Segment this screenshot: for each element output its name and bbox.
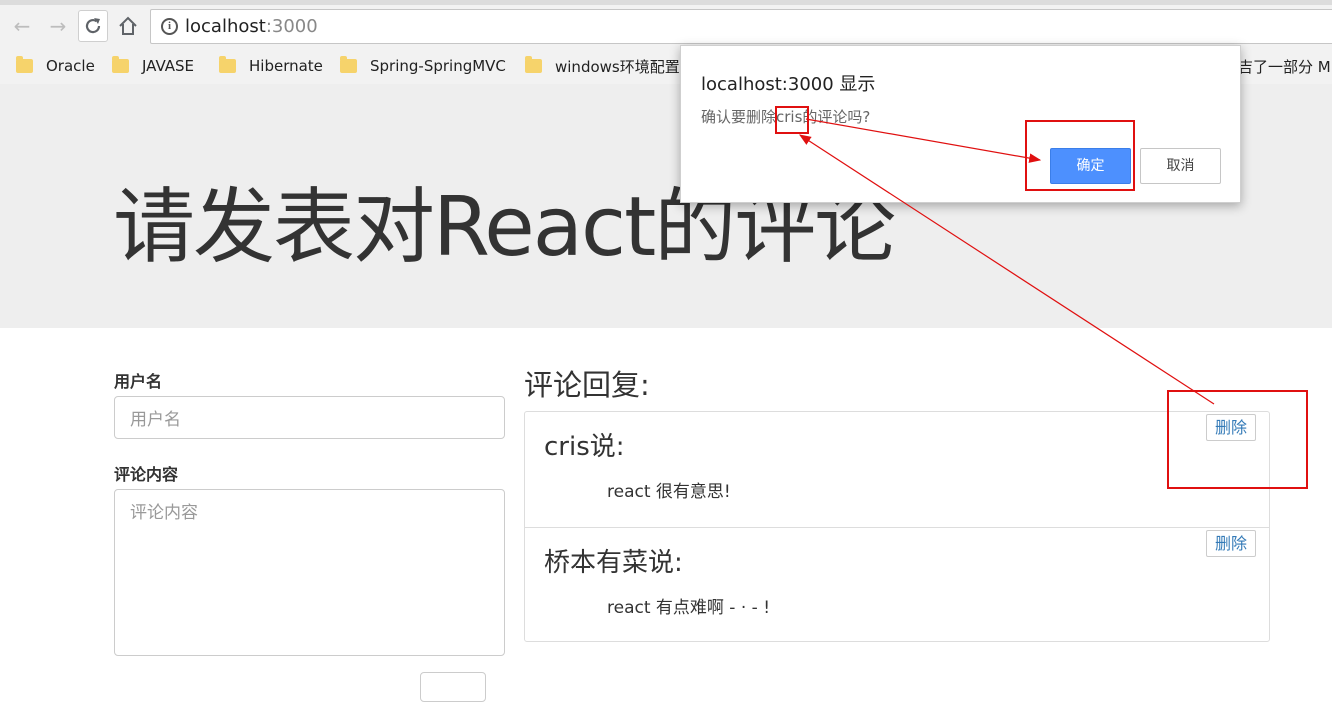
bookmark-hibernate[interactable]: Hibernate: [219, 52, 323, 80]
bookmark-javase[interactable]: JAVASE: [112, 52, 194, 80]
username-input[interactable]: 用户名: [114, 396, 505, 439]
annotation-box-delete: [1167, 390, 1308, 489]
folder-icon: [112, 56, 129, 73]
comment-author: cris说:: [544, 432, 625, 462]
address-bar[interactable]: i localhost:3000: [150, 9, 1332, 44]
folder-icon: [340, 56, 357, 73]
annotation-box-name: [775, 106, 809, 134]
comment-item: cris说: react 很有意思! 删除: [525, 412, 1269, 527]
content-label: 评论内容: [114, 465, 179, 484]
comment-item: 桥本有菜说: react 有点难啊 - · - ! 删除: [525, 527, 1269, 642]
info-icon[interactable]: i: [161, 18, 178, 35]
comment-text: react 很有意思!: [607, 482, 731, 502]
content-placeholder: 评论内容: [130, 503, 198, 523]
comment-list: cris说: react 很有意思! 删除 桥本有菜说: react 有点难啊 …: [524, 411, 1270, 642]
bookmark-partial[interactable]: 吉了一部分 M: [1238, 52, 1331, 80]
bookmark-windows[interactable]: windows环境配置: [525, 52, 680, 80]
tab-strip: [0, 0, 1332, 5]
cancel-button[interactable]: 取消: [1140, 148, 1221, 184]
bookmark-spring[interactable]: Spring-SpringMVC: [340, 52, 506, 80]
url-text: localhost:3000: [185, 16, 318, 37]
bookmark-oracle[interactable]: Oracle: [16, 52, 95, 80]
content-textarea[interactable]: 评论内容: [114, 489, 505, 656]
comment-text: react 有点难啊 - · - !: [607, 598, 771, 618]
folder-icon: [219, 56, 236, 73]
dialog-title: localhost:3000 显示: [701, 74, 876, 95]
reload-icon: [85, 18, 101, 34]
comment-author: 桥本有菜说:: [544, 548, 683, 578]
forward-arrow-icon[interactable]: →: [44, 12, 72, 40]
home-icon[interactable]: [114, 12, 142, 40]
comments-title: 评论回复:: [524, 368, 650, 402]
reload-button[interactable]: [78, 10, 108, 42]
username-placeholder: 用户名: [130, 410, 181, 430]
back-arrow-icon[interactable]: ←: [8, 12, 36, 40]
delete-button[interactable]: 删除: [1206, 530, 1256, 557]
confirm-dialog: localhost:3000 显示 确认要删除cris的评论吗? 确定 取消: [680, 45, 1241, 203]
folder-icon: [525, 56, 542, 73]
submit-button[interactable]: [420, 672, 486, 702]
annotation-box-confirm: [1025, 120, 1135, 191]
folder-icon: [16, 56, 33, 73]
username-label: 用户名: [114, 372, 163, 391]
